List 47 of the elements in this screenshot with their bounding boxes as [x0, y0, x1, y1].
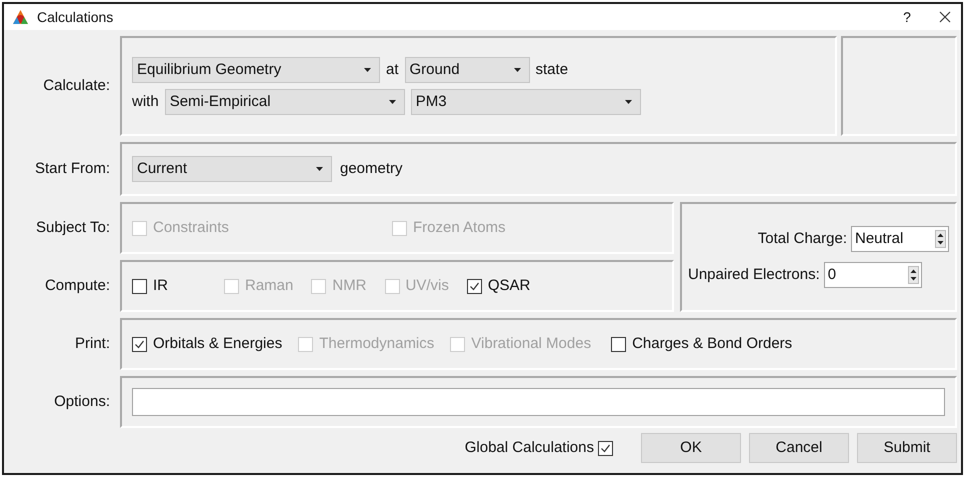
checkbox-option[interactable]: IR	[132, 274, 168, 298]
dropdown-arrow-icon	[624, 100, 632, 104]
field-label: Total Charge:	[758, 228, 847, 249]
app-logo-icon	[12, 8, 29, 26]
row-label: Options:	[54, 392, 110, 412]
field-label: Unpaired Electrons:	[688, 264, 820, 285]
checkmark-icon	[134, 338, 145, 350]
dropdown[interactable]: Current	[132, 156, 332, 182]
checkbox-box[interactable]	[466, 278, 482, 294]
dialog-button[interactable]: OK	[641, 433, 741, 463]
dropdown-arrow-icon	[364, 68, 371, 72]
global-calculations-checkbox[interactable]: Global Calculations	[464, 436, 613, 460]
dropdown[interactable]: Ground	[404, 57, 530, 83]
options-input[interactable]	[132, 388, 945, 416]
spin-arrows-icon	[935, 230, 946, 248]
row-label: Print:	[74, 334, 110, 354]
checkbox-option[interactable]: Charges & Bond Orders	[611, 332, 792, 356]
checkmark-icon	[468, 280, 480, 292]
dialog-button[interactable]: Cancel	[749, 433, 849, 463]
row-label: Calculate:	[43, 76, 110, 96]
checkbox-box[interactable]	[611, 336, 626, 352]
dropdown-arrow-icon	[514, 68, 521, 72]
spin-arrows-icon	[908, 266, 919, 284]
dropdown[interactable]: Equilibrium Geometry	[132, 57, 380, 83]
checkbox-option[interactable]: QSAR	[466, 274, 530, 298]
connector-text: with	[132, 92, 159, 112]
dropdown[interactable]: Semi-Empirical	[164, 89, 405, 115]
checkmark-icon	[600, 442, 611, 454]
close-icon[interactable]	[939, 11, 951, 23]
spin-field[interactable]: 0	[824, 262, 922, 288]
row-label: Subject To:	[36, 218, 110, 238]
checkbox-box[interactable]	[598, 440, 613, 456]
spin-field[interactable]: Neutral	[851, 226, 949, 252]
checkbox-box[interactable]	[132, 336, 147, 352]
checkbox-option[interactable]: Orbitals & Energies	[132, 332, 282, 356]
help-button[interactable]: ?	[897, 6, 917, 28]
row-label: Start From:	[34, 158, 110, 179]
connector-text: geometry	[340, 158, 403, 179]
dropdown[interactable]: PM3	[410, 89, 641, 115]
row-label: Compute:	[44, 276, 110, 296]
dropdown-arrow-icon	[316, 167, 323, 171]
connector-text: state	[536, 60, 568, 80]
connector-text: at	[386, 60, 399, 80]
window-title: Calculations	[37, 8, 114, 26]
dropdown-arrow-icon	[388, 100, 396, 104]
checkbox-box[interactable]	[132, 278, 147, 294]
dialog-button[interactable]: Submit	[857, 433, 957, 463]
